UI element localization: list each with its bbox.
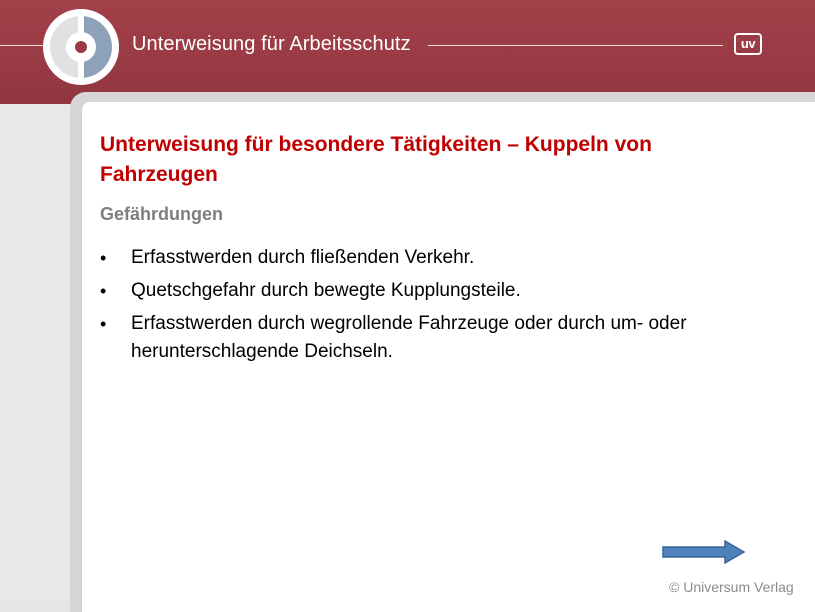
arrow-right-icon[interactable]	[662, 539, 746, 565]
bullet-item: • Erfasstwerden durch wegrollende Fahrze…	[100, 310, 780, 366]
header-bar: Unterweisung für Arbeitsschutz uv	[0, 0, 815, 104]
bullet-list: • Erfasstwerden durch fließenden Verkehr…	[100, 244, 780, 371]
uv-logo-badge: uv	[734, 33, 762, 55]
slide-title: Unterweisung für besondere Tätigkeiten –…	[100, 133, 652, 186]
section-subtitle: Gefährdungen	[100, 204, 224, 224]
bullet-dot: •	[100, 248, 107, 268]
ring-logo-icon	[43, 9, 119, 85]
header-divider-left	[0, 45, 48, 46]
header-divider-right	[428, 45, 723, 46]
bullet-item: • Erfasstwerden durch fließenden Verkehr…	[100, 244, 780, 272]
copyright-notice: © Universum Verlag	[669, 579, 794, 595]
header-title: Unterweisung für Arbeitsschutz	[132, 33, 411, 55]
bullet-text: Erfasstwerden durch fließenden Verkehr.	[131, 247, 475, 268]
bullet-item: • Quetschgefahr durch bewegte Kupplungst…	[100, 277, 780, 305]
bullet-dot: •	[100, 314, 107, 334]
bullet-text: Quetschgefahr durch bewegte Kupplungstei…	[131, 280, 521, 301]
bullet-text: Erfasstwerden durch wegrollende Fahrzeug…	[131, 313, 687, 362]
bullet-dot: •	[100, 281, 107, 301]
left-margin-panel	[0, 104, 70, 600]
